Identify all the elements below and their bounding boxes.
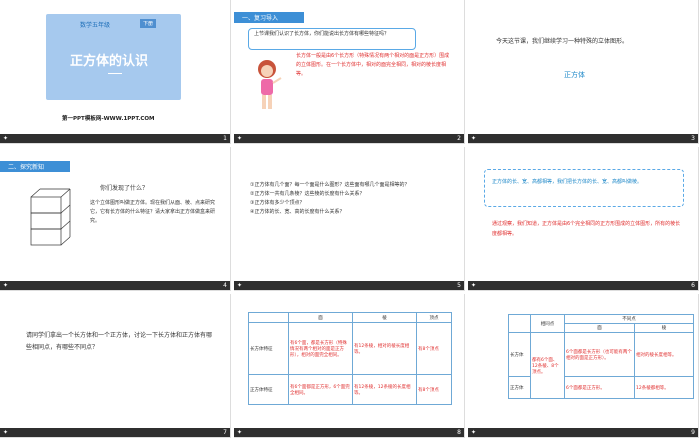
slide-footer: ✦ 6 <box>468 281 698 290</box>
row-label: 长方体 <box>508 332 531 377</box>
table-header-cell: 面 <box>288 312 353 323</box>
footer-mark: ✦ <box>3 429 9 436</box>
footer-mark: ✦ <box>237 282 243 289</box>
edge-cell: 12条棱都相等。 <box>634 376 694 399</box>
table-header-cell: 棱 <box>352 312 417 323</box>
row-label: 正方体特征 <box>248 374 289 405</box>
slide-3[interactable]: 今天这节课，我们继续学习一种特殊的立体图形。 正方体 ✦ 3 <box>468 0 699 144</box>
vertex-cell: 有8个顶点 <box>416 374 452 405</box>
footer-brand: 第一PPT模板网-WWW.1PPT.COM <box>62 116 155 122</box>
footer-mark: ✦ <box>237 429 243 436</box>
slide-footer: ✦ 5 <box>234 281 464 290</box>
table-row: 长方体特征 有6个面，都是长方形（特殊情况有两个相对的面是正方形），相对的面完全… <box>248 322 452 375</box>
slide-4[interactable]: 二、探究新知 你们发现了什么？ 这个立体图形叫做正方体。现在我们从面、棱、点来研… <box>0 147 231 291</box>
question-item: ②正方体一共有几条棱？这些棱的长度有什么关系？ <box>250 191 365 197</box>
table-header-cell: 相同点 <box>530 314 565 333</box>
conclusion-text: 通过观察，我们知道，正方体是由6个完全相同的正方形围成的立体图形，所有的棱长度都… <box>492 221 681 237</box>
features-table: 面 棱 顶点 长方体特征 有6个面，都是长方形（特殊情况有两个相对的面是正方形）… <box>248 312 452 405</box>
definition-box <box>484 169 684 207</box>
page-number: 6 <box>691 282 695 289</box>
definition-text: 正方体的长、宽、高都相等，我们把长方体的长、宽、高都叫做棱。 <box>492 179 643 185</box>
slide-7[interactable]: 请同学们拿出一个长方体和一个正方体，讨论一下长方体和正方体有哪些相同点，有哪些不… <box>0 294 231 438</box>
slide-1[interactable]: 数学五年级 下册 正方体的认识 第一PPT模板网-WWW.1PPT.COM ✦ … <box>0 0 231 144</box>
slide-footer: ✦ 2 <box>234 134 464 143</box>
title-underline <box>108 73 122 74</box>
discussion-text: 请同学们拿出一个长方体和一个正方体，讨论一下长方体和正方体有哪些相同点，有哪些不… <box>26 332 213 351</box>
topic-highlight: 正方体 <box>564 71 585 79</box>
slide-6[interactable]: 正方体的长、宽、高都相等，我们把长方体的长、宽、高都叫做棱。 通过观察，我们知道… <box>468 147 699 291</box>
cube-stack-figure <box>28 187 73 247</box>
table-header-row: 面 棱 顶点 <box>248 312 452 323</box>
slide-title: 正方体的认识 <box>70 54 149 69</box>
table-header-cell <box>248 312 289 323</box>
intro-text: 今天这节课，我们继续学习一种特殊的立体图形。 <box>496 38 629 45</box>
body-text: 这个立体图形叫做正方体。现在我们从面、棱、点来研究它，它有长方体的什么特征？请大… <box>90 200 216 224</box>
page-number: 7 <box>223 429 227 436</box>
edge-cell: 有12条棱，相对的棱长度相等。 <box>352 322 417 375</box>
table-header-cell: 顶点 <box>416 312 452 323</box>
footer-mark: ✦ <box>471 135 477 142</box>
table-subheader-cell: 面 <box>564 323 635 333</box>
question-item: ④正方体的长、宽、高的长度有什么关系？ <box>250 209 345 215</box>
page-number: 2 <box>457 135 461 142</box>
table-row: 正方体特征 有6个面都是正方形，6个面完全相同。 有12条棱，12条棱的长度相等… <box>248 374 452 405</box>
table-row: 长方体 都有6个面、12条棱、8个顶点。 6个面都是长方形（也可能有两个相对的面… <box>508 332 694 399</box>
section-title: 二、探究新知 <box>8 164 45 171</box>
row-label: 正方体 <box>508 376 531 399</box>
slide-footer: ✦ 1 <box>0 134 230 143</box>
page-number: 3 <box>691 135 695 142</box>
footer-mark: ✦ <box>237 135 243 142</box>
slide-8[interactable]: 面 棱 顶点 长方体特征 有6个面，都是长方形（特殊情况有两个相对的面是正方形）… <box>234 294 465 438</box>
page-number: 8 <box>457 429 461 436</box>
footer-mark: ✦ <box>471 282 477 289</box>
table-header-cell: 不同点 <box>564 314 694 324</box>
bubble-text: 上节课我们认识了长方体，你们能说出长方体有哪些特征吗？ <box>254 31 390 37</box>
question-list: ①正方体有几个面？每一个面是什么图形？这些面有哪几个面是相等的？ ②正方体一共有… <box>250 181 455 217</box>
slide-footer: ✦ 9 <box>468 428 698 437</box>
slide-footer: ✦ 4 <box>0 281 230 290</box>
page-number: 5 <box>457 282 461 289</box>
face-cell: 6个面都是正方形。 <box>564 376 635 399</box>
slide-9[interactable]: 相同点 不同点 面 棱 长方体 都有6个面、12条棱、8个顶点。 6个面都是长方… <box>468 294 699 438</box>
table-subheader-cell: 棱 <box>634 323 694 333</box>
girl-illustration <box>252 58 282 113</box>
page-number: 4 <box>223 282 227 289</box>
footer-mark: ✦ <box>3 135 9 142</box>
same-cell: 都有6个面、12条棱、8个顶点。 <box>530 332 565 399</box>
slide-footer: ✦ 3 <box>468 134 698 143</box>
edge-cell: 有12条棱，12条棱的长度相等。 <box>352 374 417 405</box>
vertex-cell: 有8个顶点 <box>416 322 452 375</box>
table-header-row: 相同点 不同点 <box>508 314 694 333</box>
page-number: 9 <box>691 429 695 436</box>
question-item: ①正方体有几个面？每一个面是什么图形？这些面有哪几个面是相等的？ <box>250 182 410 188</box>
question-item: ③正方体有多少个顶点？ <box>250 200 305 206</box>
face-cell: 有6个面都是正方形，6个面完全相同。 <box>288 374 353 405</box>
edge-cell: 相对的棱长度相等。 <box>634 332 694 377</box>
slide-footer: ✦ 8 <box>234 428 464 437</box>
row-label: 长方体特征 <box>248 322 289 375</box>
grade-label: 数学五年级 <box>80 22 111 29</box>
section-title: 一、复习导入 <box>242 15 279 22</box>
question-text: 你们发现了什么？ <box>100 185 149 192</box>
compare-table: 相同点 不同点 面 棱 长方体 都有6个面、12条棱、8个顶点。 6个面都是长方… <box>508 314 694 399</box>
slide-2[interactable]: 一、复习导入 上节课我们认识了长方体，你们能说出长方体有哪些特征吗？ 长方体一般… <box>234 0 465 144</box>
table-header-cell <box>508 314 531 333</box>
answer-text: 长方体一般是由6个长方形（特殊情况有两个相对的面是正方形）围成的立体图形。在一个… <box>296 53 450 77</box>
slide-5[interactable]: ①正方体有几个面？每一个面是什么图形？这些面有哪几个面是相等的？ ②正方体一共有… <box>234 147 465 291</box>
page-number: 1 <box>223 135 227 142</box>
footer-mark: ✦ <box>3 282 9 289</box>
face-cell: 6个面都是长方形（也可能有两个相对的面是正方形）。 <box>564 332 635 377</box>
footer-mark: ✦ <box>471 429 477 436</box>
face-cell: 有6个面，都是长方形（特殊情况有两个相对的面是正方形），相对的面完全相同。 <box>288 322 353 375</box>
volume-badge: 下册 <box>140 19 157 28</box>
slide-footer: ✦ 7 <box>0 428 230 437</box>
